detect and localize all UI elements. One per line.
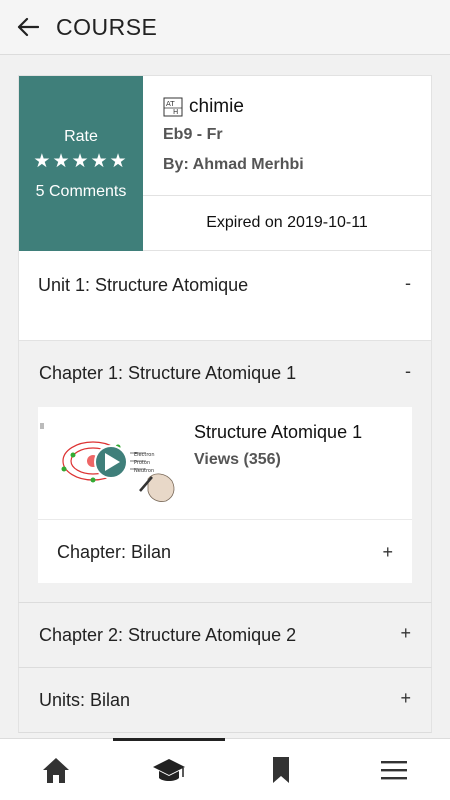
rate-label: Rate [64,127,98,145]
svg-text:Neutron: Neutron [134,468,154,474]
expand-toggle[interactable]: + [382,542,393,563]
top-bar: COURSE [0,0,450,55]
lesson-thumbnail[interactable]: Electron Proton Neutron [38,407,190,519]
comments-link[interactable]: 5 Comments [36,183,127,201]
home-icon [43,758,70,783]
chapter-row[interactable]: Chapter 2: Structure Atomique 2 + [18,603,432,668]
atom-subject-icon: AT H [163,97,183,117]
subject-row: AT H chimie [163,96,431,118]
collapse-toggle[interactable]: - [405,273,411,294]
author-label: By: Ahmad Merhbi [163,156,304,173]
course-details: AT H chimie Eb9 - Fr By: Ahmad Merhbi [143,76,431,196]
rating-stars[interactable]: ★★★★★ [33,150,128,173]
chapter-label: Chapter 2: Structure Atomique 2 [39,625,297,645]
svg-text:AT: AT [166,100,175,108]
grade-label: Eb9 - Fr [163,126,223,143]
subject-name: chimie [189,96,244,117]
back-button[interactable] [0,0,56,55]
chapter-bilan-label: Chapter: Bilan [57,542,172,562]
unit-row[interactable]: Unit 1: Structure Atomique - [18,251,432,341]
menu-icon [380,761,407,780]
bottom-tab-bar [0,738,450,800]
course-card: Rate ★★★★★ 5 Comments AT H chimie Eb9 - … [18,75,432,252]
tab-menu[interactable] [338,739,450,800]
chapter-block: Chapter 1: Structure Atomique 1 - Electr… [18,341,432,603]
lesson-card[interactable]: Electron Proton Neutron Structure Atomiq… [38,407,412,519]
collapse-toggle[interactable]: - [405,361,411,382]
graduation-cap-icon [152,759,185,781]
lesson-title[interactable]: Structure Atomique 1 [194,422,362,443]
unit-bilan-label: Units: Bilan [39,690,131,710]
expand-toggle[interactable]: + [400,688,411,709]
tab-courses[interactable] [112,738,226,800]
bookmark-icon [273,757,290,783]
svg-text:Electron: Electron [134,452,155,458]
rate-box[interactable]: Rate ★★★★★ 5 Comments [19,76,143,252]
course-content: Rate ★★★★★ 5 Comments AT H chimie Eb9 - … [18,75,432,739]
course-info: AT H chimie Eb9 - Fr By: Ahmad Merhbi Ex… [143,76,431,250]
unit-bilan-row[interactable]: Units: Bilan + [18,668,432,733]
chapter-row[interactable]: Chapter 1: Structure Atomique 1 - [19,341,431,407]
expiry-label: Expired on 2019-10-11 [206,214,368,231]
chapter-label: Chapter 1: Structure Atomique 1 [39,363,297,383]
page-title: COURSE [56,13,158,40]
chapter-bilan-row[interactable]: Chapter: Bilan + [38,519,412,583]
svg-text:Proton: Proton [134,460,150,466]
expand-toggle[interactable]: + [400,623,411,644]
tab-home[interactable] [0,739,113,800]
unit-label: Unit 1: Structure Atomique [38,275,249,295]
tab-bookmarks[interactable] [225,739,338,800]
svg-text:H: H [173,108,178,116]
lesson-views: Views (356) [194,451,281,468]
arrow-left-icon [17,17,39,37]
